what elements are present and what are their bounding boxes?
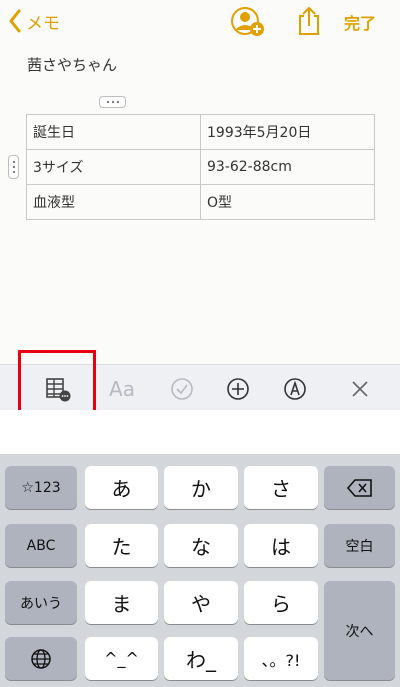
hiragana-key[interactable]: あいう: [5, 581, 77, 624]
key-kaomoji[interactable]: ^_^: [85, 637, 158, 680]
table-row: 血液型 O型: [26, 184, 375, 220]
table-cell[interactable]: 誕生日: [26, 114, 201, 150]
abc-key[interactable]: ABC: [5, 524, 77, 567]
table-row: 3サイズ 93-62-88cm: [26, 149, 375, 185]
add-people-icon[interactable]: [230, 6, 266, 38]
table-row: 誕生日 1993年5月20日: [26, 114, 375, 150]
back-label: メモ: [26, 13, 60, 34]
delete-key[interactable]: [324, 466, 395, 509]
chevron-left-icon: [9, 9, 21, 33]
key-punctuation[interactable]: 、。?!: [244, 637, 318, 680]
format-text-button[interactable]: Aa: [108, 375, 136, 403]
key-ka[interactable]: か: [164, 466, 238, 509]
table-cell[interactable]: O型: [200, 184, 375, 220]
add-button[interactable]: [224, 375, 252, 403]
globe-key[interactable]: [5, 637, 77, 680]
key-ya[interactable]: や: [164, 581, 238, 624]
key-ta[interactable]: た: [85, 524, 158, 567]
pen-circle-icon: [284, 378, 306, 400]
checkmark-circle-icon: [171, 378, 193, 400]
key-a[interactable]: あ: [85, 466, 158, 509]
done-button[interactable]: 完了: [344, 10, 376, 34]
row-handle[interactable]: [8, 155, 19, 179]
globe-icon: [31, 648, 51, 669]
key-ha[interactable]: は: [244, 524, 318, 567]
keyboard: ☆123 ABC あいう あ か さ た な は ま や ら ^_^ わ_ 、。…: [0, 454, 400, 687]
table-cell[interactable]: 3サイズ: [26, 149, 201, 185]
space-key[interactable]: 空白: [324, 524, 395, 567]
suggestion-bar: [0, 410, 400, 454]
note-table: 誕生日 1993年5月20日 3サイズ 93-62-88cm 血液型 O型: [26, 114, 375, 220]
next-key[interactable]: 次へ: [324, 581, 395, 680]
plus-circle-icon: [227, 378, 249, 400]
table-cell[interactable]: 1993年5月20日: [200, 114, 375, 150]
table-cell[interactable]: 93-62-88cm: [200, 149, 375, 185]
markup-button[interactable]: [281, 375, 309, 403]
close-icon: [352, 381, 368, 397]
key-sa[interactable]: さ: [244, 466, 318, 509]
share-icon[interactable]: [296, 6, 322, 36]
close-toolbar-button[interactable]: [346, 375, 374, 403]
key-ra[interactable]: ら: [244, 581, 318, 624]
key-ma[interactable]: ま: [85, 581, 158, 624]
navigation-bar: メモ 完了: [0, 0, 400, 44]
backspace-icon: [346, 478, 372, 497]
key-na[interactable]: な: [164, 524, 238, 567]
column-handle[interactable]: [99, 96, 126, 108]
table-cell[interactable]: 血液型: [26, 184, 201, 220]
note-title[interactable]: 茜さやちゃん: [27, 54, 117, 75]
symbols-key[interactable]: ☆123: [5, 466, 77, 509]
key-wa[interactable]: わ_: [164, 637, 238, 680]
back-button[interactable]: メモ: [8, 6, 60, 36]
checklist-button[interactable]: [168, 375, 196, 403]
